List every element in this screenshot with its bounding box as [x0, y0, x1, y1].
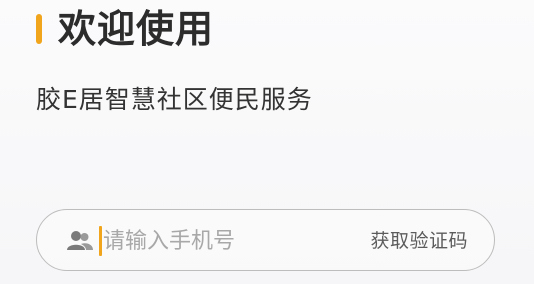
- user-group-icon: [67, 230, 93, 252]
- page-title: 欢迎使用: [58, 7, 215, 51]
- login-screen: 欢迎使用 胶E居智慧社区便民服务 获取验证码: [0, 0, 534, 284]
- get-verification-code-button[interactable]: 获取验证码: [370, 229, 468, 253]
- phone-input-container[interactable]: 获取验证码: [36, 209, 495, 271]
- page-subtitle: 胶E居智慧社区便民服务: [36, 85, 313, 114]
- phone-number-input[interactable]: [103, 222, 343, 260]
- text-cursor: [99, 226, 102, 256]
- title-accent-bar: [36, 14, 42, 44]
